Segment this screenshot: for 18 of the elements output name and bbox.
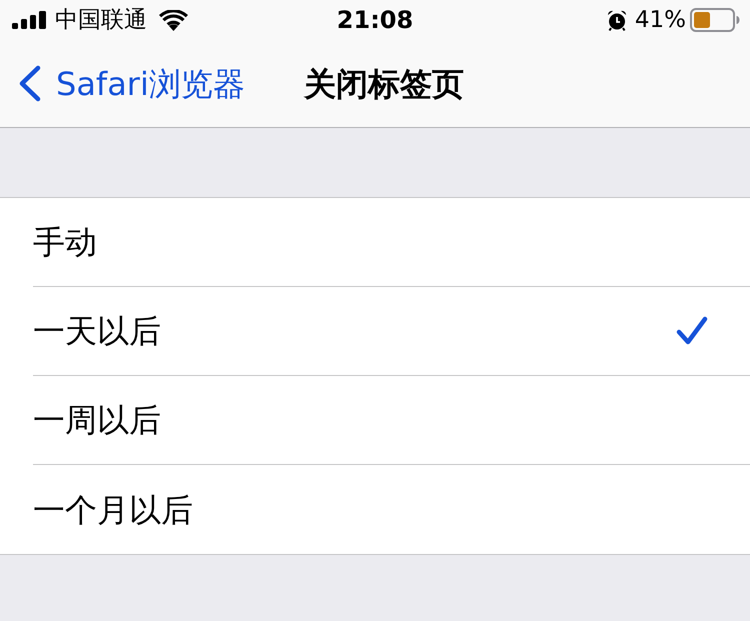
battery-percentage: 41% [634, 6, 686, 34]
chevron-left-icon [18, 65, 41, 102]
option-row[interactable]: 一周以后 [33, 376, 750, 465]
carrier-name: 中国联通 [55, 6, 147, 34]
page-title: 关闭标签页 [304, 64, 464, 104]
clock-time: 21:08 [336, 6, 414, 34]
option-row[interactable]: 一个月以后 [33, 465, 750, 554]
option-label: 一天以后 [33, 311, 161, 351]
signal-icon [12, 11, 46, 29]
option-label: 一周以后 [33, 400, 161, 440]
alarm-clock-icon [606, 10, 627, 30]
option-row[interactable]: 一天以后 [33, 287, 750, 376]
back-button[interactable]: Safari浏览器 [18, 64, 245, 104]
option-label: 手动 [33, 222, 97, 262]
option-row[interactable]: 手动 [33, 198, 750, 287]
battery-icon [690, 8, 740, 32]
option-label: 一个月以后 [33, 490, 193, 530]
wifi-icon [159, 10, 188, 30]
